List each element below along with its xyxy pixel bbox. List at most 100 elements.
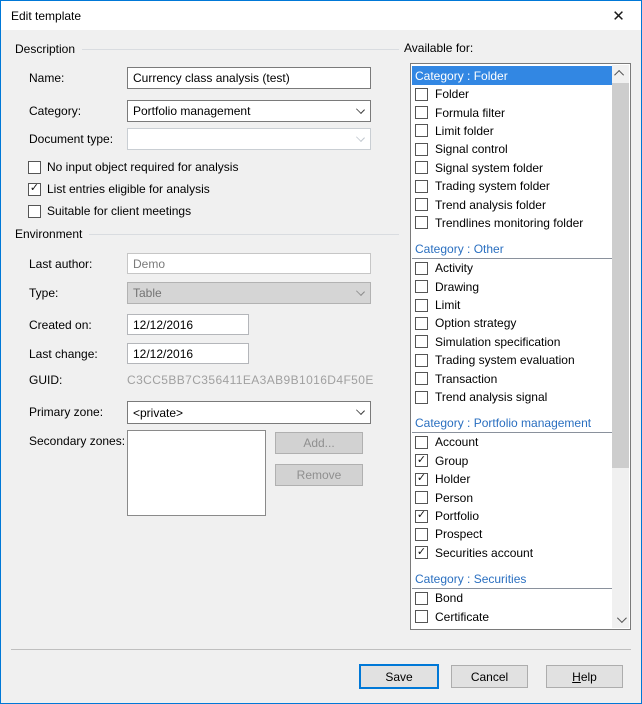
checkbox-icon[interactable]	[415, 391, 428, 404]
cancel-button[interactable]: Cancel	[451, 665, 528, 688]
list-item[interactable]: Securities account	[412, 544, 614, 562]
checkbox-checked-icon[interactable]	[28, 183, 41, 196]
checkbox-icon[interactable]	[415, 610, 428, 623]
checkbox-icon[interactable]	[415, 143, 428, 156]
scroll-down-icon[interactable]	[612, 611, 629, 628]
list-item[interactable]: Account	[412, 433, 614, 451]
scrollbar-thumb[interactable]	[612, 83, 629, 468]
list-item-label: Person	[435, 491, 473, 505]
list-item[interactable]: Trendlines monitoring folder	[412, 214, 614, 232]
list-item[interactable]: Limit folder	[412, 122, 614, 140]
checkbox-icon[interactable]	[415, 335, 428, 348]
chevron-down-icon	[356, 287, 365, 296]
checkbox-icon[interactable]	[415, 262, 428, 275]
checkbox-icon[interactable]	[415, 592, 428, 605]
list-item[interactable]: Formula filter	[412, 103, 614, 121]
list-item[interactable]: Group	[412, 452, 614, 470]
category-header[interactable]: Category : Securities	[412, 570, 614, 589]
secondary-zones-listbox[interactable]	[127, 430, 266, 516]
checkbox-icon[interactable]	[28, 205, 41, 218]
category-select[interactable]: Portfolio management	[127, 100, 371, 122]
category-header[interactable]: Category : Portfolio management	[412, 414, 614, 433]
primary-zone-select[interactable]: <private>	[127, 401, 371, 424]
list-item[interactable]: Certificate	[412, 607, 614, 625]
help-button[interactable]: Help	[546, 665, 623, 688]
list-item[interactable]: Limit	[412, 296, 614, 314]
list-item[interactable]: Drawing	[412, 278, 614, 296]
checkbox-row[interactable]: List entries eligible for analysis	[28, 182, 388, 196]
list-item[interactable]: Trend analysis folder	[412, 195, 614, 213]
checkbox-icon[interactable]	[415, 372, 428, 385]
add-button-label: Add...	[303, 436, 334, 450]
category-header-selected[interactable]: Category : Folder	[412, 66, 614, 85]
checkbox-label: Suitable for client meetings	[47, 204, 191, 218]
list-item[interactable]: Transaction	[412, 369, 614, 387]
list-item[interactable]: Prospect	[412, 525, 614, 543]
scroll-up-icon[interactable]	[612, 65, 629, 82]
last-author-input[interactable]	[127, 253, 371, 274]
category-header[interactable]: Category : Other	[412, 240, 614, 259]
checkbox-icon[interactable]	[415, 299, 428, 312]
save-button[interactable]: Save	[359, 664, 439, 689]
list-item[interactable]: Portfolio	[412, 507, 614, 525]
checkbox-icon[interactable]	[415, 491, 428, 504]
checkbox-label: No input object required for analysis	[47, 160, 238, 174]
list-item[interactable]: Folder	[412, 85, 614, 103]
available-for-label: Available for:	[404, 41, 473, 55]
checkbox-icon[interactable]	[415, 180, 428, 193]
checkbox-icon[interactable]	[415, 124, 428, 137]
checkbox-icon[interactable]	[415, 88, 428, 101]
list-item[interactable]: Signal system folder	[412, 159, 614, 177]
checkbox-checked-icon[interactable]	[415, 546, 428, 559]
available-for-listbox[interactable]: Category : FolderFolderFormula filterLim…	[410, 63, 631, 630]
name-label: Name:	[29, 71, 64, 85]
list-item[interactable]: Trading system evaluation	[412, 351, 614, 369]
remove-button: Remove	[275, 464, 363, 486]
list-item[interactable]: Trend analysis signal	[412, 388, 614, 406]
name-input[interactable]	[127, 67, 371, 89]
checkbox-icon[interactable]	[415, 106, 428, 119]
created-on-label: Created on:	[29, 318, 92, 332]
list-item[interactable]: Person	[412, 488, 614, 506]
last-change-input[interactable]	[127, 343, 249, 364]
list-item[interactable]: Simulation specification	[412, 333, 614, 351]
list-item-label: Signal control	[435, 142, 508, 156]
list-item-label: Limit	[435, 298, 460, 312]
scrollbar[interactable]	[612, 65, 629, 628]
checkbox-checked-icon[interactable]	[415, 473, 428, 486]
checkbox-icon[interactable]	[415, 216, 428, 229]
checkbox-icon[interactable]	[415, 317, 428, 330]
checkbox-row[interactable]: Suitable for client meetings	[28, 204, 388, 218]
checkbox-checked-icon[interactable]	[415, 510, 428, 523]
list-item-label: Group	[435, 454, 468, 468]
description-group-line	[82, 49, 399, 50]
primary-zone-label: Primary zone:	[29, 405, 103, 419]
description-checkboxes: No input object required for analysis Lis…	[28, 160, 388, 226]
checkbox-icon[interactable]	[415, 436, 428, 449]
list-item-label: Holder	[435, 472, 470, 486]
close-icon[interactable]: ✕	[596, 1, 641, 30]
checkbox-icon[interactable]	[415, 354, 428, 367]
checkbox-icon[interactable]	[415, 198, 428, 211]
checkbox-icon[interactable]	[415, 528, 428, 541]
chevron-down-icon	[356, 133, 365, 142]
created-on-input[interactable]	[127, 314, 249, 335]
list-item[interactable]: Holder	[412, 470, 614, 488]
dialog-title: Edit template	[1, 9, 81, 23]
list-item[interactable]: Signal control	[412, 140, 614, 158]
list-item[interactable]: Option strategy	[412, 314, 614, 332]
checkbox-row[interactable]: No input object required for analysis	[28, 160, 388, 174]
checkbox-icon[interactable]	[415, 161, 428, 174]
list-item-partial[interactable]	[412, 626, 614, 628]
save-button-label: Save	[385, 670, 412, 684]
checkbox-icon[interactable]	[415, 280, 428, 293]
list-item-label: Trading system evaluation	[435, 353, 575, 367]
list-item-label: Option strategy	[435, 316, 516, 330]
list-item[interactable]: Activity	[412, 259, 614, 277]
checkbox-checked-icon[interactable]	[415, 454, 428, 467]
checkbox-icon[interactable]	[28, 161, 41, 174]
list-item[interactable]: Trading system folder	[412, 177, 614, 195]
list-item-label: Trend analysis folder	[435, 198, 546, 212]
list-item[interactable]: Bond	[412, 589, 614, 607]
list-item-label: Trading system folder	[435, 179, 550, 193]
